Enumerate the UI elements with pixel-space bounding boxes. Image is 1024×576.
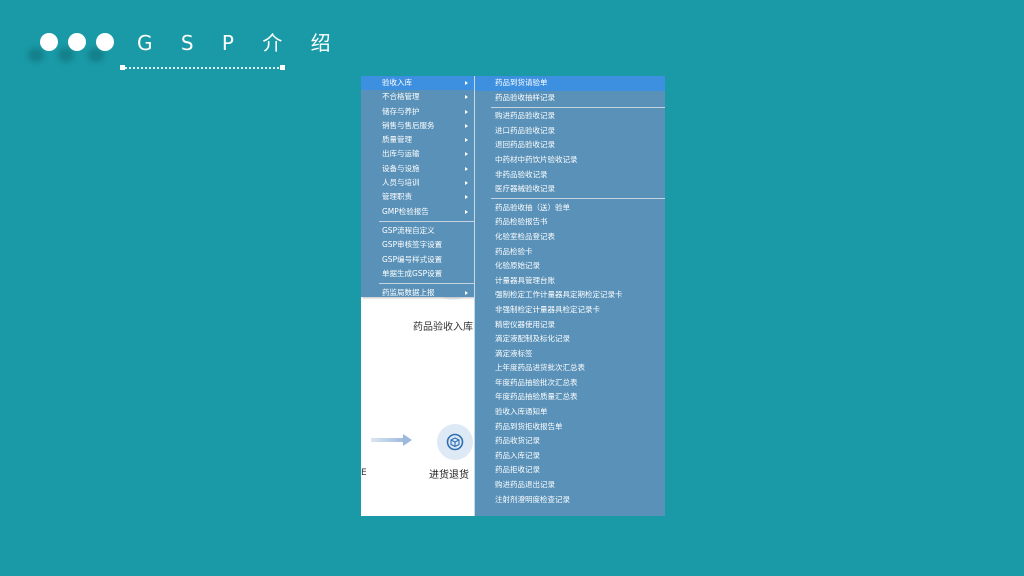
menu-item-label: 设备与设施	[382, 163, 420, 173]
submenu-item[interactable]: 药品检验报告书	[475, 215, 665, 230]
submenu-arrow-icon	[465, 209, 468, 214]
submenu-arrow-icon	[465, 195, 468, 200]
submenu-item[interactable]: 年度药品抽验质量汇总表	[475, 390, 665, 405]
submenu-item[interactable]: 药品到货请验单	[475, 76, 665, 91]
slide-title: G S P 介 绍	[137, 31, 342, 55]
menu-item-label: 单据生成GSP设置	[382, 268, 443, 278]
menu-item[interactable]: 不合格管理	[361, 90, 474, 104]
submenu-item[interactable]: 滴定液配制及标化记录	[475, 332, 665, 347]
submenu-item[interactable]: 非药品验收记录	[475, 168, 665, 183]
arrow-right-icon	[403, 434, 412, 446]
submenu-item[interactable]: 上年度药品进货批次汇总表	[475, 361, 665, 376]
submenu-arrow-icon	[465, 81, 468, 85]
submenu-item[interactable]: 注射剂澄明度检查记录	[475, 493, 665, 508]
dot	[40, 33, 58, 51]
menu-item[interactable]: 质量管理	[361, 133, 474, 147]
menu-item[interactable]: 人员与培训	[361, 176, 474, 190]
menu-item[interactable]: 储存与养护	[361, 105, 474, 119]
menu-item[interactable]: 设备与设施	[361, 162, 474, 176]
menu-item-label: GSP审核签字设置	[382, 240, 443, 250]
submenu-arrow-icon	[465, 95, 468, 100]
submenu-arrow-icon	[465, 123, 468, 128]
dot	[96, 33, 114, 51]
box-icon[interactable]	[437, 424, 473, 460]
submenu-item[interactable]: 购进药品退出记录	[475, 478, 665, 493]
menu-item-label: 出库与运输	[382, 149, 420, 159]
submenu-item[interactable]: 计量器具管理台账	[475, 274, 665, 289]
menu-item[interactable]: GMP检验报告	[361, 205, 474, 219]
submenu-item[interactable]: 药品验收抽（送）验单	[475, 201, 665, 216]
software-screenshot: 药品验收入库 进货退货 E 验收入库不合格管理储存与养护销售与售后服务 质量管理出…	[361, 76, 665, 516]
menu-item[interactable]: GSP流程自定义	[361, 224, 474, 238]
receiving-label[interactable]: 药品验收入库	[413, 318, 473, 333]
submenu-item[interactable]: 退回药品验收记录	[475, 138, 665, 153]
menu-item-label: 销售与售后服务	[382, 120, 435, 130]
submenu-item[interactable]: 药品入库记录	[475, 449, 665, 464]
submenu-item[interactable]: 医疗器械验收记录	[475, 182, 665, 197]
submenu-item[interactable]: 药品拒收记录	[475, 463, 665, 478]
submenu-arrow-icon	[465, 181, 468, 186]
menu-item-label: 人员与培训	[382, 178, 420, 188]
flow-arrow	[371, 438, 405, 442]
menu-separator	[379, 283, 474, 285]
gsp-main-menu: 验收入库不合格管理储存与养护销售与售后服务 质量管理出库与运输设备与设施人员与培训…	[361, 76, 475, 297]
submenu-item[interactable]: 药品到货拒收报告单	[475, 420, 665, 435]
submenu-item[interactable]: 非强制检定计量器具检定记录卡	[475, 303, 665, 318]
menu-item[interactable]: GSP审核签字设置	[361, 238, 474, 252]
menu-item[interactable]: 销售与售后服务	[361, 119, 474, 133]
title-dots	[40, 33, 114, 51]
purchase-return-label[interactable]: 进货退货	[429, 466, 469, 481]
menu-item-label: 验收入库	[382, 78, 412, 87]
submenu-item[interactable]: 验收入库通知单	[475, 405, 665, 420]
submenu-item[interactable]: 滴定液标签	[475, 347, 665, 362]
menu-item[interactable]: 药监局数据上报	[361, 286, 474, 300]
menu-item-label: GMP检验报告	[382, 206, 429, 216]
submenu-item[interactable]: 年度药品抽验批次汇总表	[475, 376, 665, 391]
submenu-item[interactable]: 药品检验卡	[475, 245, 665, 260]
submenu-item[interactable]: 药品验收抽样记录	[475, 91, 665, 106]
menu-item-label: GSP编号样式设置	[382, 254, 443, 264]
menu-item[interactable]: 出库与运输	[361, 147, 474, 161]
submenu-arrow-icon	[465, 152, 468, 157]
menu-item-label: 管理职责	[382, 192, 412, 202]
submenu-item[interactable]: 强制检定工作计量器具定期检定记录卡	[475, 288, 665, 303]
menu-item-label: GSP流程自定义	[382, 225, 435, 235]
cut-off-text: E	[361, 468, 367, 478]
menu-separator	[491, 106, 665, 108]
submenu-arrow-icon	[465, 291, 468, 296]
menu-item[interactable]: 验收入库	[361, 76, 474, 91]
submenu-item[interactable]: 进口药品验收记录	[475, 124, 665, 139]
receiving-submenu: 药品到货请验单 药品验收抽样记录 购进药品验收记录 进口药品验收记录 退回药品验收记录…	[474, 76, 665, 516]
menu-separator	[379, 220, 474, 222]
submenu-item[interactable]: 中药材中药饮片验收记录	[475, 153, 665, 168]
submenu-arrow-icon	[465, 109, 468, 114]
menu-item[interactable]: 管理职责	[361, 190, 474, 204]
submenu-arrow-icon	[465, 138, 468, 143]
menu-item-label: 储存与养护	[382, 106, 420, 116]
menu-item[interactable]: 单据生成GSP设置	[361, 267, 474, 281]
submenu-item[interactable]: 药品收货记录	[475, 434, 665, 449]
submenu-item[interactable]: 化验室检品登记表	[475, 230, 665, 245]
menu-item-label: 药监局数据上报	[382, 288, 435, 298]
menu-separator	[491, 198, 665, 200]
menu-item-label: 不合格管理	[382, 92, 420, 102]
menu-item[interactable]: GSP编号样式设置	[361, 253, 474, 267]
submenu-arrow-icon	[465, 166, 468, 171]
submenu-item[interactable]: 化验原始记录	[475, 259, 665, 274]
dot	[68, 33, 86, 51]
menu-item-label: 质量管理	[382, 135, 412, 145]
submenu-item[interactable]: 购进药品验收记录	[475, 109, 665, 124]
submenu-item[interactable]: 精密仪器使用记录	[475, 318, 665, 333]
title-underline	[120, 65, 285, 70]
